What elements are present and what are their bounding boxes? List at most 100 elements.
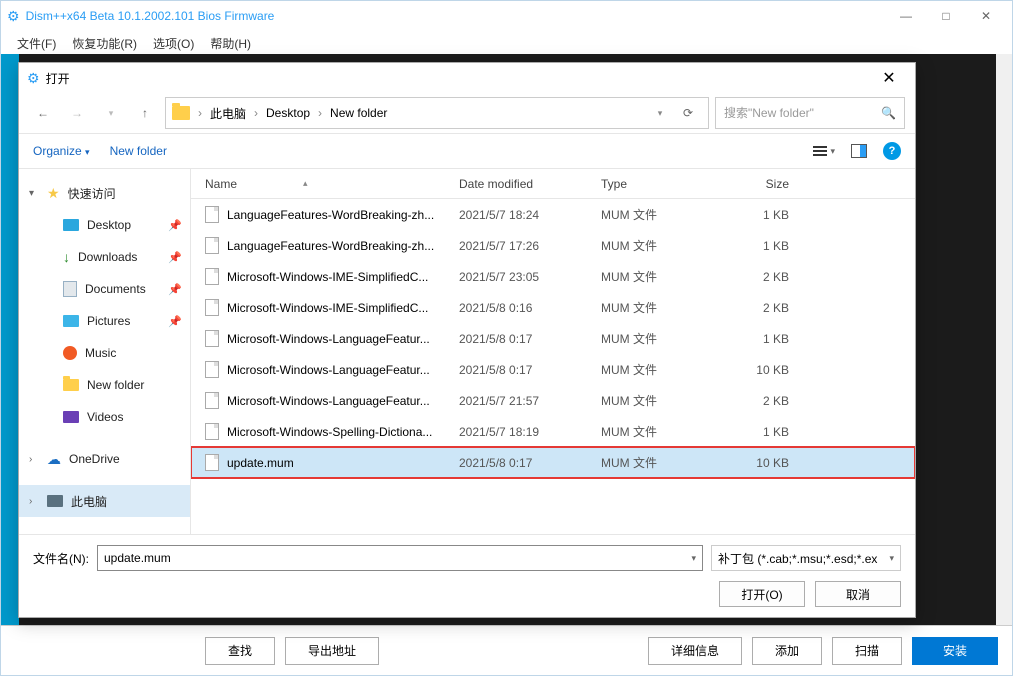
file-size: 10 KB: [719, 456, 799, 470]
file-name: Microsoft-Windows-LanguageFeatur...: [227, 363, 459, 377]
crumb-pc[interactable]: 此电脑: [210, 105, 246, 122]
tree-videos[interactable]: Videos: [19, 401, 190, 433]
file-date: 2021/5/8 0:16: [459, 301, 601, 315]
file-name: Microsoft-Windows-IME-SimplifiedC...: [227, 301, 459, 315]
file-type: MUM 文件: [601, 330, 719, 347]
file-type: MUM 文件: [601, 423, 719, 440]
tree-downloads[interactable]: ↓Downloads📌: [19, 241, 190, 273]
filename-input[interactable]: update.mum ▾: [97, 545, 703, 571]
filter-select[interactable]: 补丁包 (*.cab;*.msu;*.esd;*.ex ▾: [711, 545, 901, 571]
window-title: Dism++x64 Beta 10.1.2002.101 Bios Firmwa…: [26, 9, 886, 23]
file-date: 2021/5/8 0:17: [459, 332, 601, 346]
tree-thispc[interactable]: ›此电脑: [19, 485, 190, 517]
tree-pictures[interactable]: Pictures📌: [19, 305, 190, 337]
file-row[interactable]: Microsoft-Windows-LanguageFeatur...2021/…: [191, 385, 915, 416]
add-button[interactable]: 添加: [752, 637, 822, 665]
file-size: 2 KB: [719, 394, 799, 408]
recent-dropdown[interactable]: ▾: [97, 99, 125, 127]
filename-value: update.mum: [104, 551, 171, 565]
dialog-footer: 文件名(N): update.mum ▾ 补丁包 (*.cab;*.msu;*.…: [19, 534, 915, 617]
menu-help[interactable]: 帮助(H): [210, 35, 251, 52]
search-input[interactable]: [724, 106, 881, 120]
file-row[interactable]: update.mum2021/5/8 0:17MUM 文件10 KB: [191, 447, 915, 478]
file-icon: [205, 423, 219, 440]
cancel-button[interactable]: 取消: [815, 581, 901, 607]
file-row[interactable]: LanguageFeatures-WordBreaking-zh...2021/…: [191, 230, 915, 261]
col-type[interactable]: Type: [601, 177, 719, 191]
tree-documents[interactable]: Documents📌: [19, 273, 190, 305]
toolbar: Organize ▾ New folder ▾ ?: [19, 133, 915, 169]
dialog-close-button[interactable]: ✕: [871, 64, 907, 92]
minimize-button[interactable]: —: [886, 2, 926, 30]
organize-menu[interactable]: Organize ▾: [33, 144, 90, 158]
file-row[interactable]: Microsoft-Windows-LanguageFeatur...2021/…: [191, 354, 915, 385]
file-name: Microsoft-Windows-LanguageFeatur...: [227, 394, 459, 408]
col-size[interactable]: Size: [719, 177, 799, 191]
tree-desktop[interactable]: Desktop📌: [19, 209, 190, 241]
new-folder-button[interactable]: New folder: [110, 144, 167, 158]
addr-dropdown[interactable]: ▾: [646, 99, 674, 127]
help-icon[interactable]: ?: [883, 142, 901, 160]
file-type: MUM 文件: [601, 454, 719, 471]
refresh-button[interactable]: ⟳: [674, 99, 702, 127]
file-type: MUM 文件: [601, 237, 719, 254]
col-date[interactable]: Date modified: [459, 177, 601, 191]
address-bar[interactable]: › 此电脑 › Desktop › New folder ▾ ⟳: [165, 97, 709, 129]
file-name: LanguageFeatures-WordBreaking-zh...: [227, 208, 459, 222]
scrollbar[interactable]: [996, 54, 1012, 625]
file-size: 2 KB: [719, 270, 799, 284]
file-row[interactable]: LanguageFeatures-WordBreaking-zh...2021/…: [191, 199, 915, 230]
file-size: 1 KB: [719, 332, 799, 346]
file-list: LanguageFeatures-WordBreaking-zh...2021/…: [191, 199, 915, 534]
crumb-folder[interactable]: New folder: [330, 106, 387, 120]
file-row[interactable]: Microsoft-Windows-Spelling-Dictiona...20…: [191, 416, 915, 447]
details-button[interactable]: 详细信息: [648, 637, 742, 665]
file-icon: [205, 206, 219, 223]
view-mode-button[interactable]: ▾: [813, 146, 835, 157]
chevron-right-icon: ›: [198, 106, 202, 120]
tree-quick-access[interactable]: ▾★快速访问: [19, 177, 190, 209]
file-name: LanguageFeatures-WordBreaking-zh...: [227, 239, 459, 253]
file-size: 2 KB: [719, 301, 799, 315]
file-type: MUM 文件: [601, 392, 719, 409]
file-size: 10 KB: [719, 363, 799, 377]
file-row[interactable]: Microsoft-Windows-LanguageFeatur...2021/…: [191, 323, 915, 354]
tree-onedrive[interactable]: ›☁OneDrive: [19, 443, 190, 475]
find-button[interactable]: 查找: [205, 637, 275, 665]
file-name: Microsoft-Windows-IME-SimplifiedC...: [227, 270, 459, 284]
crumb-desktop[interactable]: Desktop: [266, 106, 310, 120]
back-button[interactable]: ←: [29, 99, 57, 127]
sort-asc-icon: ▴: [303, 178, 308, 189]
menu-file[interactable]: 文件(F): [17, 35, 56, 52]
nav-tree: ▾★快速访问 Desktop📌 ↓Downloads📌 Documents📌 P…: [19, 169, 191, 534]
col-name[interactable]: Name▴: [205, 177, 459, 191]
export-button[interactable]: 导出地址: [285, 637, 379, 665]
dialog-title: 打开: [46, 70, 871, 87]
maximize-button[interactable]: □: [926, 2, 966, 30]
file-icon: [205, 268, 219, 285]
file-row[interactable]: Microsoft-Windows-IME-SimplifiedC...2021…: [191, 261, 915, 292]
file-name: update.mum: [227, 456, 459, 470]
file-date: 2021/5/7 18:19: [459, 425, 601, 439]
file-pane: Name▴ Date modified Type Size LanguageFe…: [191, 169, 915, 534]
file-date: 2021/5/7 17:26: [459, 239, 601, 253]
forward-button[interactable]: →: [63, 99, 91, 127]
open-button[interactable]: 打开(O): [719, 581, 805, 607]
gear-icon: ⚙: [7, 8, 20, 25]
close-button[interactable]: ✕: [966, 2, 1006, 30]
filename-label: 文件名(N):: [33, 550, 89, 567]
chevron-down-icon[interactable]: ▾: [691, 553, 696, 564]
folder-icon: [172, 106, 190, 120]
file-icon: [205, 392, 219, 409]
menu-restore[interactable]: 恢复功能(R): [72, 35, 137, 52]
preview-pane-button[interactable]: [851, 144, 867, 158]
tree-newfolder[interactable]: New folder: [19, 369, 190, 401]
search-box[interactable]: 🔍: [715, 97, 905, 129]
menu-options[interactable]: 选项(O): [153, 35, 194, 52]
scan-button[interactable]: 扫描: [832, 637, 902, 665]
file-row[interactable]: Microsoft-Windows-IME-SimplifiedC...2021…: [191, 292, 915, 323]
tree-music[interactable]: Music: [19, 337, 190, 369]
install-button[interactable]: 安装: [912, 637, 998, 665]
up-button[interactable]: ↑: [131, 99, 159, 127]
file-icon: [205, 361, 219, 378]
